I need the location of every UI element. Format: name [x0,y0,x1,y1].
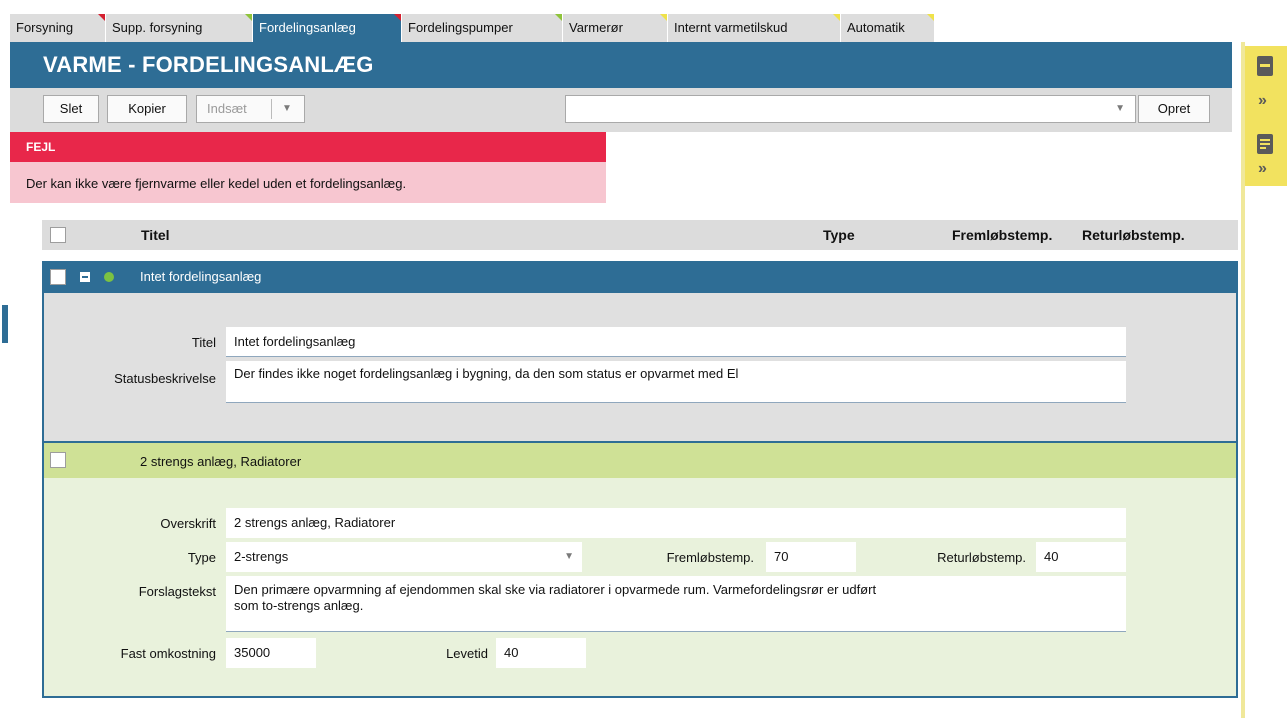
panel-expand-icon[interactable]: » [1258,160,1267,178]
lifetime-label: Levetid [446,646,488,661]
return-temp-label: Returløbstemp. [937,550,1026,565]
template-select-value [566,101,572,116]
copy-button[interactable]: Kopier [107,95,187,123]
ok-marker [555,14,562,21]
item-row-title: 2 strengs anlæg, Radiatorer [140,454,302,469]
dropdown-arrow-icon: ▼ [1115,103,1125,114]
proposal-text-line: som to-strengs anlæg. [234,598,364,613]
info-marker [660,14,667,21]
insert-button[interactable]: Indsæt ▼ [196,95,305,123]
ok-marker [245,14,252,21]
title-label: Titel [191,335,216,350]
flow-temp-label: Fremløbstemp. [666,550,754,565]
tab-varmeroer[interactable]: Varmerør [563,14,668,42]
page-title: VARME - FORDELINGSANLÆG [10,42,1232,88]
type-label: Type [187,550,216,565]
left-edge-marker [2,305,8,343]
create-button[interactable]: Opret [1138,95,1210,123]
grid-header: Titel Type Fremløbstemp. Returløbstemp. [42,220,1238,250]
form-icon[interactable] [1257,134,1273,154]
lifetime-field[interactable]: 40 [496,638,586,668]
title-field[interactable]: Intet fordelingsanlæg [226,327,1126,357]
item-detail-panel: Overskrift 2 strengs anlæg, Radiatorer T… [42,478,1238,698]
column-title[interactable]: Titel [141,220,170,250]
flow-temp-field[interactable]: 70 [766,542,856,572]
fixed-cost-field[interactable]: 35000 [226,638,316,668]
status-description-label: Statusbeskrivelse [114,371,216,386]
info-marker [927,14,934,21]
dropdown-arrow-icon[interactable]: ▼ [282,96,292,122]
heading-label: Overskrift [160,516,216,531]
heading-field[interactable]: 2 strengs anlæg, Radiatorer [226,508,1126,538]
info-marker [833,14,840,21]
error-marker [98,14,105,21]
column-return-temp[interactable]: Returløbstemp. [1082,220,1185,250]
tab-fordelingsanlaeg[interactable]: Fordelingsanlæg [253,14,402,42]
separator [271,99,272,119]
type-select[interactable]: 2-strengs ▼ [226,542,582,572]
tab-label: Internt varmetilskud [674,20,788,35]
item-checkbox[interactable] [50,452,66,468]
tab-label: Forsyning [16,20,74,35]
type-select-value: 2-strengs [234,549,289,564]
tab-label: Supp. forsyning [112,20,203,35]
proposal-text-field[interactable]: Den primære opvarmning af ejendommen ska… [226,576,1126,632]
column-type[interactable]: Type [823,220,855,250]
error-title: FEJL [10,132,606,162]
insert-button-label: Indsæt [207,101,247,116]
tab-forsyning[interactable]: Forsyning [10,14,106,42]
collapse-icon[interactable] [80,272,90,282]
select-all-checkbox[interactable] [50,227,66,243]
group-row[interactable]: Intet fordelingsanlæg [42,261,1238,293]
fixed-cost-label: Fast omkostning [120,646,216,661]
tab-label: Automatik [847,20,905,35]
status-dot-icon [104,272,114,282]
side-panel: » » [1245,46,1287,186]
delete-button[interactable]: Slet [43,95,99,123]
template-select[interactable]: ▼ [565,95,1136,123]
tab-label: Varmerør [569,20,623,35]
tab-label: Fordelingspumper [408,20,513,35]
group-checkbox[interactable] [50,269,66,285]
tab-internt-varmetilskud[interactable]: Internt varmetilskud [668,14,841,42]
tab-supp-forsyning[interactable]: Supp. forsyning [106,14,253,42]
tab-strip: Forsyning Supp. forsyning Fordelingsanlæ… [0,0,1287,42]
status-description-field[interactable]: Der findes ikke noget fordelingsanlæg i … [226,361,1126,403]
toolbar: Slet Kopier Indsæt ▼ ▼ Opret [10,88,1232,132]
tab-fordelingspumper[interactable]: Fordelingspumper [402,14,563,42]
tab-label: Fordelingsanlæg [259,20,356,35]
panel-collapse-icon[interactable] [1257,56,1273,76]
error-marker [394,14,401,21]
panel-expand-icon[interactable]: » [1258,92,1267,110]
list-item[interactable]: 2 strengs anlæg, Radiatorer [42,441,1238,478]
column-flow-temp[interactable]: Fremløbstemp. [952,220,1082,250]
error-message: Der kan ikke være fjernvarme eller kedel… [10,162,606,203]
dropdown-arrow-icon: ▼ [564,551,574,562]
proposal-text-label: Forslagstekst [138,584,216,599]
proposal-text-line: Den primære opvarmning af ejendommen ska… [234,582,877,597]
return-temp-field[interactable]: 40 [1036,542,1126,572]
group-row-title: Intet fordelingsanlæg [140,269,262,284]
group-detail-panel: Titel Intet fordelingsanlæg Statusbeskri… [42,293,1238,441]
tab-automatik[interactable]: Automatik [841,14,935,42]
